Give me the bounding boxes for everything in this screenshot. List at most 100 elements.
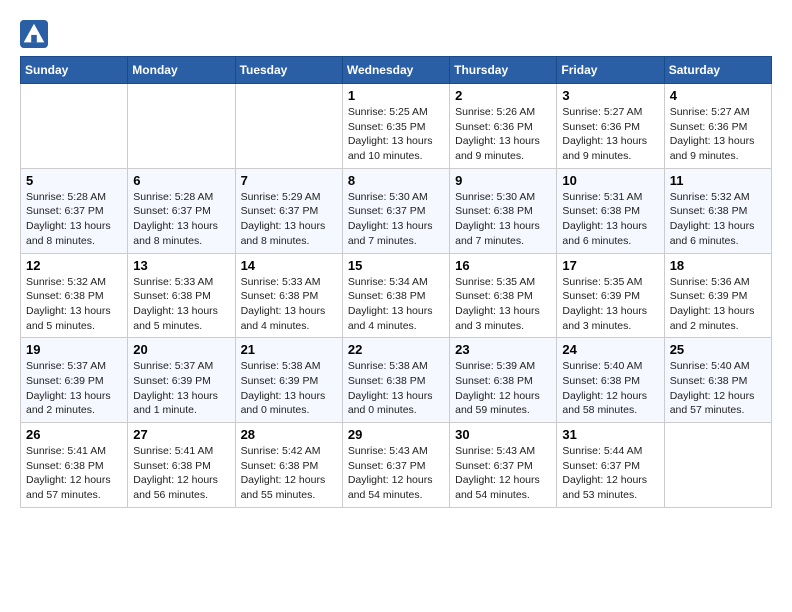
calendar-cell: 1 Sunrise: 5:25 AM Sunset: 6:35 PM Daylig…	[342, 84, 449, 169]
day-info: Sunrise: 5:37 AM Sunset: 6:39 PM Dayligh…	[133, 359, 229, 418]
logo-icon	[20, 20, 48, 48]
day-number: 17	[562, 258, 658, 273]
calendar-cell: 3 Sunrise: 5:27 AM Sunset: 6:36 PM Daylig…	[557, 84, 664, 169]
calendar-cell: 4 Sunrise: 5:27 AM Sunset: 6:36 PM Daylig…	[664, 84, 771, 169]
header	[20, 20, 772, 48]
day-info: Sunrise: 5:39 AM Sunset: 6:38 PM Dayligh…	[455, 359, 551, 418]
day-info: Sunrise: 5:30 AM Sunset: 6:37 PM Dayligh…	[348, 190, 444, 249]
day-number: 3	[562, 88, 658, 103]
day-number: 30	[455, 427, 551, 442]
day-info: Sunrise: 5:25 AM Sunset: 6:35 PM Dayligh…	[348, 105, 444, 164]
calendar-cell: 10 Sunrise: 5:31 AM Sunset: 6:38 PM Dayli…	[557, 168, 664, 253]
day-number: 21	[241, 342, 337, 357]
day-info: Sunrise: 5:33 AM Sunset: 6:38 PM Dayligh…	[133, 275, 229, 334]
day-info: Sunrise: 5:36 AM Sunset: 6:39 PM Dayligh…	[670, 275, 766, 334]
day-number: 23	[455, 342, 551, 357]
day-number: 20	[133, 342, 229, 357]
day-info: Sunrise: 5:43 AM Sunset: 6:37 PM Dayligh…	[348, 444, 444, 503]
day-info: Sunrise: 5:40 AM Sunset: 6:38 PM Dayligh…	[670, 359, 766, 418]
day-number: 7	[241, 173, 337, 188]
day-number: 28	[241, 427, 337, 442]
calendar-cell: 30 Sunrise: 5:43 AM Sunset: 6:37 PM Dayli…	[450, 423, 557, 508]
calendar-cell: 17 Sunrise: 5:35 AM Sunset: 6:39 PM Dayli…	[557, 253, 664, 338]
day-info: Sunrise: 5:43 AM Sunset: 6:37 PM Dayligh…	[455, 444, 551, 503]
header-tuesday: Tuesday	[235, 57, 342, 84]
day-info: Sunrise: 5:42 AM Sunset: 6:38 PM Dayligh…	[241, 444, 337, 503]
calendar-cell: 7 Sunrise: 5:29 AM Sunset: 6:37 PM Daylig…	[235, 168, 342, 253]
calendar-cell: 8Sunrise: 5:30 AM Sunset: 6:37 PM Daylig…	[342, 168, 449, 253]
day-info: Sunrise: 5:40 AM Sunset: 6:38 PM Dayligh…	[562, 359, 658, 418]
day-number: 6	[133, 173, 229, 188]
day-info: Sunrise: 5:28 AM Sunset: 6:37 PM Dayligh…	[133, 190, 229, 249]
calendar-cell: 22Sunrise: 5:38 AM Sunset: 6:38 PM Dayli…	[342, 338, 449, 423]
header-saturday: Saturday	[664, 57, 771, 84]
calendar-cell: 31 Sunrise: 5:44 AM Sunset: 6:37 PM Dayli…	[557, 423, 664, 508]
calendar-cell: 27 Sunrise: 5:41 AM Sunset: 6:38 PM Dayli…	[128, 423, 235, 508]
day-info: Sunrise: 5:34 AM Sunset: 6:38 PM Dayligh…	[348, 275, 444, 334]
day-info: Sunrise: 5:30 AM Sunset: 6:38 PM Dayligh…	[455, 190, 551, 249]
day-info: Sunrise: 5:35 AM Sunset: 6:38 PM Dayligh…	[455, 275, 551, 334]
calendar-cell: 20 Sunrise: 5:37 AM Sunset: 6:39 PM Dayli…	[128, 338, 235, 423]
calendar-cell: 12 Sunrise: 5:32 AM Sunset: 6:38 PM Dayli…	[21, 253, 128, 338]
calendar-week-row: 1 Sunrise: 5:25 AM Sunset: 6:35 PM Daylig…	[21, 84, 772, 169]
calendar-cell: 5 Sunrise: 5:28 AM Sunset: 6:37 PM Daylig…	[21, 168, 128, 253]
calendar-cell: 13 Sunrise: 5:33 AM Sunset: 6:38 PM Dayli…	[128, 253, 235, 338]
day-number: 27	[133, 427, 229, 442]
calendar-cell	[21, 84, 128, 169]
header-friday: Friday	[557, 57, 664, 84]
calendar-cell: 11Sunrise: 5:32 AM Sunset: 6:38 PM Dayli…	[664, 168, 771, 253]
calendar-cell: 23 Sunrise: 5:39 AM Sunset: 6:38 PM Dayli…	[450, 338, 557, 423]
day-number: 19	[26, 342, 122, 357]
calendar-week-row: 26 Sunrise: 5:41 AM Sunset: 6:38 PM Dayli…	[21, 423, 772, 508]
day-info: Sunrise: 5:26 AM Sunset: 6:36 PM Dayligh…	[455, 105, 551, 164]
day-number: 12	[26, 258, 122, 273]
day-number: 18	[670, 258, 766, 273]
day-info: Sunrise: 5:41 AM Sunset: 6:38 PM Dayligh…	[26, 444, 122, 503]
day-number: 31	[562, 427, 658, 442]
day-number: 26	[26, 427, 122, 442]
day-number: 5	[26, 173, 122, 188]
calendar-cell: 6 Sunrise: 5:28 AM Sunset: 6:37 PM Daylig…	[128, 168, 235, 253]
calendar-cell: 26 Sunrise: 5:41 AM Sunset: 6:38 PM Dayli…	[21, 423, 128, 508]
calendar-cell	[664, 423, 771, 508]
day-number: 24	[562, 342, 658, 357]
calendar-week-row: 5 Sunrise: 5:28 AM Sunset: 6:37 PM Daylig…	[21, 168, 772, 253]
day-number: 9	[455, 173, 551, 188]
day-number: 4	[670, 88, 766, 103]
day-number: 10	[562, 173, 658, 188]
day-number: 11	[670, 173, 766, 188]
day-info: Sunrise: 5:35 AM Sunset: 6:39 PM Dayligh…	[562, 275, 658, 334]
header-row: Sunday Monday Tuesday Wednesday Thursday…	[21, 57, 772, 84]
calendar-cell: 16 Sunrise: 5:35 AM Sunset: 6:38 PM Dayli…	[450, 253, 557, 338]
day-info: Sunrise: 5:38 AM Sunset: 6:38 PM Dayligh…	[348, 359, 444, 418]
calendar-header: Sunday Monday Tuesday Wednesday Thursday…	[21, 57, 772, 84]
calendar-cell: 14Sunrise: 5:33 AM Sunset: 6:38 PM Dayli…	[235, 253, 342, 338]
day-info: Sunrise: 5:44 AM Sunset: 6:37 PM Dayligh…	[562, 444, 658, 503]
calendar-body: 1 Sunrise: 5:25 AM Sunset: 6:35 PM Daylig…	[21, 84, 772, 508]
header-sunday: Sunday	[21, 57, 128, 84]
calendar-cell: 25 Sunrise: 5:40 AM Sunset: 6:38 PM Dayli…	[664, 338, 771, 423]
header-thursday: Thursday	[450, 57, 557, 84]
day-number: 25	[670, 342, 766, 357]
day-info: Sunrise: 5:37 AM Sunset: 6:39 PM Dayligh…	[26, 359, 122, 418]
day-info: Sunrise: 5:29 AM Sunset: 6:37 PM Dayligh…	[241, 190, 337, 249]
day-info: Sunrise: 5:28 AM Sunset: 6:37 PM Dayligh…	[26, 190, 122, 249]
calendar-table: Sunday Monday Tuesday Wednesday Thursday…	[20, 56, 772, 508]
day-info: Sunrise: 5:31 AM Sunset: 6:38 PM Dayligh…	[562, 190, 658, 249]
calendar-week-row: 19 Sunrise: 5:37 AM Sunset: 6:39 PM Dayli…	[21, 338, 772, 423]
day-number: 29	[348, 427, 444, 442]
day-info: Sunrise: 5:27 AM Sunset: 6:36 PM Dayligh…	[670, 105, 766, 164]
calendar-cell: 21Sunrise: 5:38 AM Sunset: 6:39 PM Dayli…	[235, 338, 342, 423]
day-info: Sunrise: 5:32 AM Sunset: 6:38 PM Dayligh…	[26, 275, 122, 334]
day-info: Sunrise: 5:33 AM Sunset: 6:38 PM Dayligh…	[241, 275, 337, 334]
day-number: 16	[455, 258, 551, 273]
logo	[20, 20, 50, 48]
calendar-cell: 28 Sunrise: 5:42 AM Sunset: 6:38 PM Dayli…	[235, 423, 342, 508]
day-number: 13	[133, 258, 229, 273]
day-info: Sunrise: 5:27 AM Sunset: 6:36 PM Dayligh…	[562, 105, 658, 164]
calendar-cell: 24 Sunrise: 5:40 AM Sunset: 6:38 PM Dayli…	[557, 338, 664, 423]
day-number: 1	[348, 88, 444, 103]
calendar-cell: 18 Sunrise: 5:36 AM Sunset: 6:39 PM Dayli…	[664, 253, 771, 338]
day-info: Sunrise: 5:41 AM Sunset: 6:38 PM Dayligh…	[133, 444, 229, 503]
calendar-page: Sunday Monday Tuesday Wednesday Thursday…	[0, 0, 792, 518]
